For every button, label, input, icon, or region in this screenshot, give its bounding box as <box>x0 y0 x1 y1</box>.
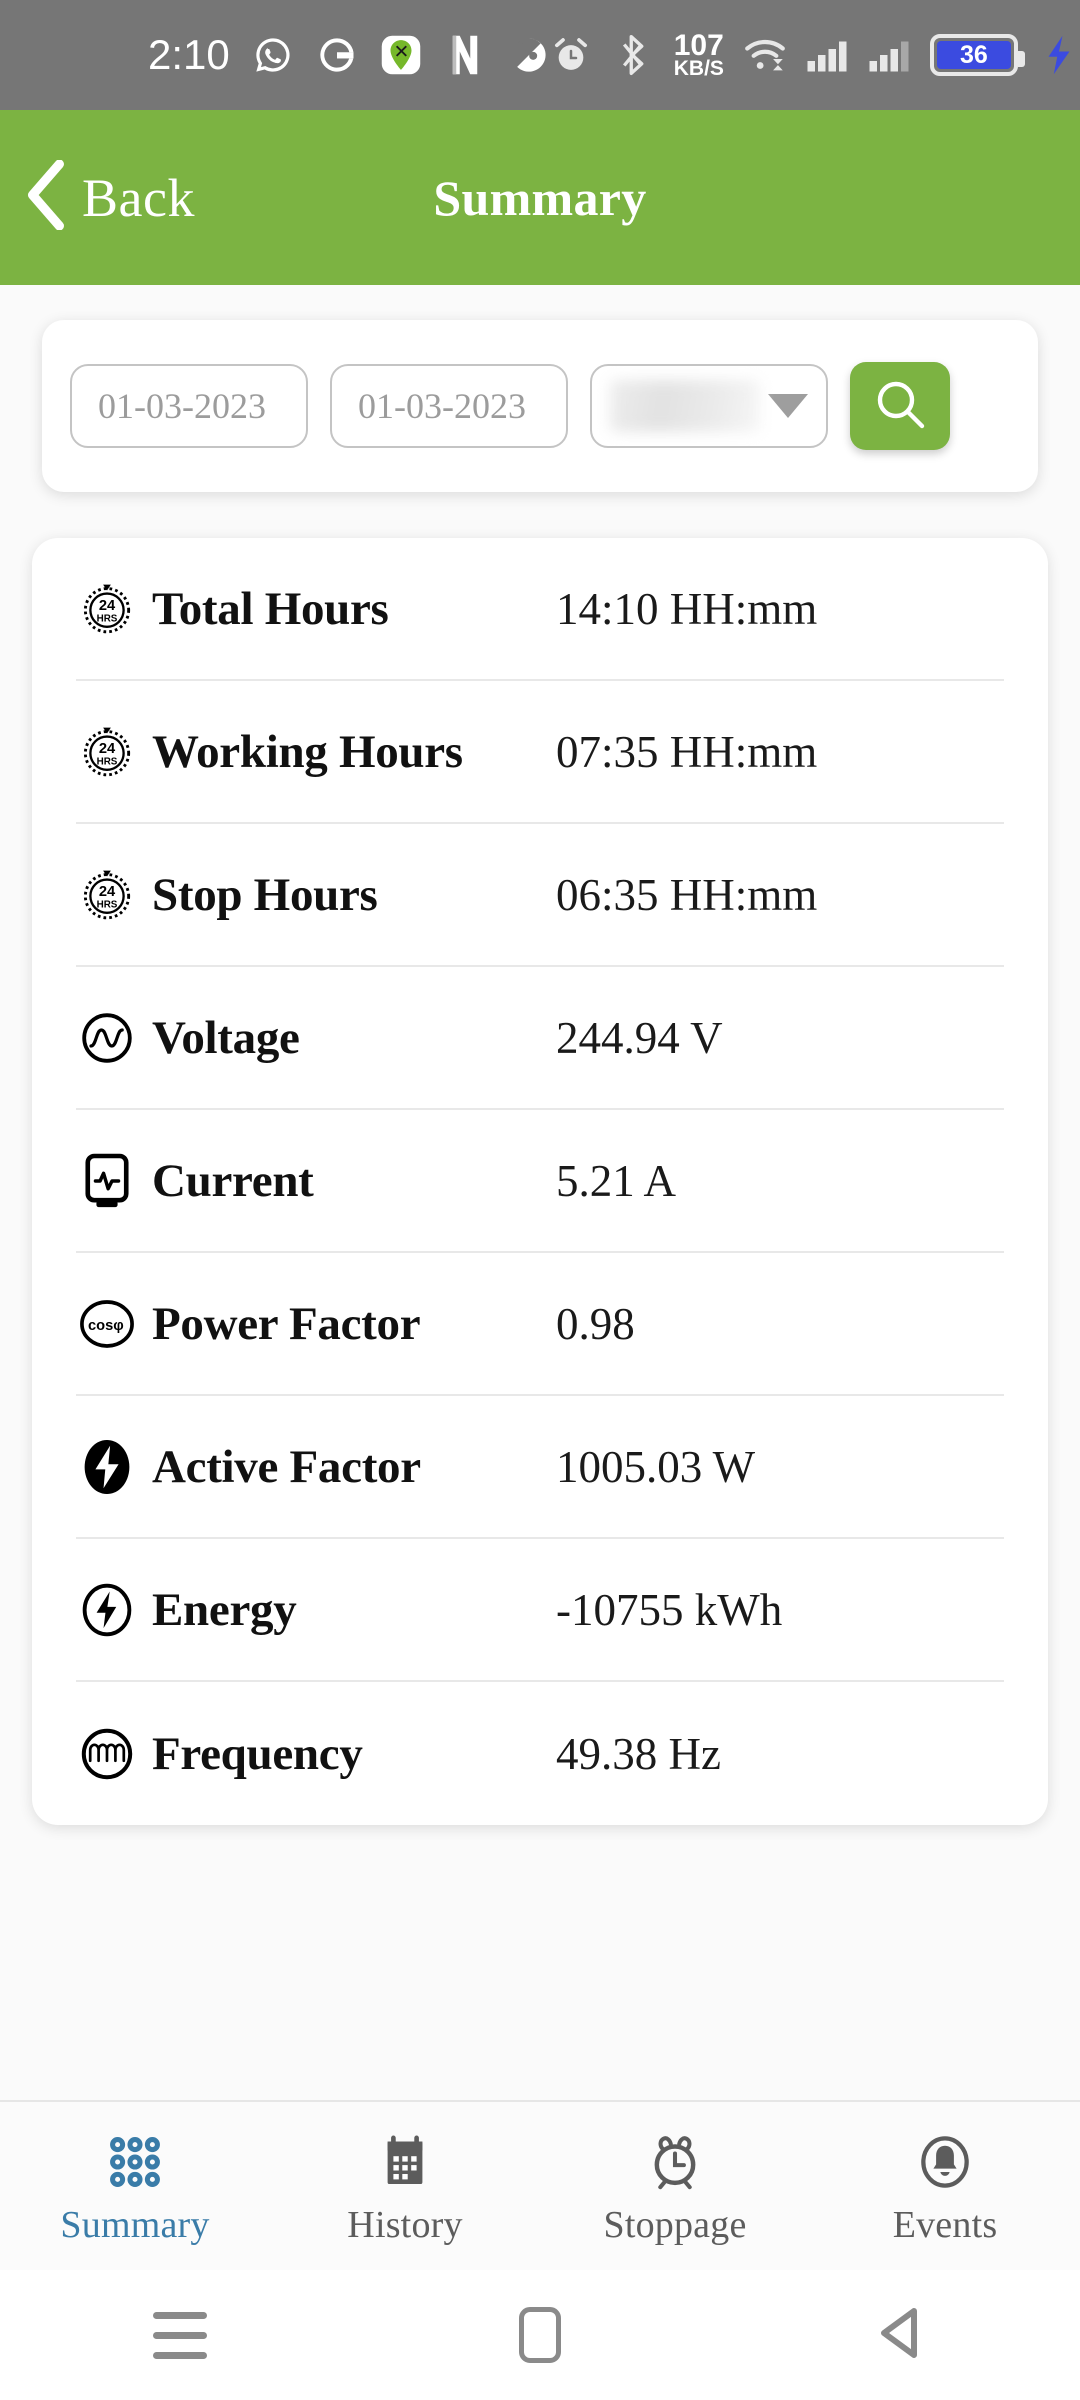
calendar-icon <box>376 2125 434 2191</box>
nav-item-events[interactable]: Events <box>810 2125 1080 2247</box>
bell-circle-icon <box>916 2125 974 2191</box>
back-triangle-icon <box>874 2305 926 2366</box>
row-value: 0.98 <box>556 1298 635 1349</box>
nav-item-summary[interactable]: Summary <box>0 2125 270 2247</box>
table-row: Active Factor 1005.03 W <box>76 1396 1004 1539</box>
charging-bolt-icon <box>1038 34 1080 76</box>
status-time: 2:10 <box>148 31 230 78</box>
nav-item-stoppage[interactable]: Stoppage <box>540 2125 810 2247</box>
google-icon <box>316 34 358 76</box>
to-date-field[interactable]: 01-03-2023 <box>330 364 568 448</box>
nav-label: Events <box>892 2204 998 2246</box>
row-label: Working Hours <box>152 725 463 778</box>
summary-card: 24 HRS Total Hours 14:10 HH:mm 24 HRS Wo… <box>32 538 1048 1825</box>
svg-text:24: 24 <box>99 597 116 613</box>
device-select[interactable] <box>590 364 828 448</box>
search-button[interactable] <box>850 362 950 450</box>
device-select-value-redacted <box>610 380 760 432</box>
wifi-icon <box>744 34 786 76</box>
24hrs-clock-icon: 24 HRS <box>76 578 138 640</box>
table-row: 24 HRS Total Hours 14:10 HH:mm <box>76 538 1004 681</box>
svg-text:HRS: HRS <box>97 613 118 624</box>
nav-label: History <box>347 2204 463 2246</box>
svg-text:HRS: HRS <box>97 756 118 767</box>
table-row: Voltage 244.94 V <box>76 967 1004 1110</box>
row-value: 06:35 HH:mm <box>556 869 818 920</box>
frequency-wave-icon <box>76 1723 138 1785</box>
row-value: 49.38 Hz <box>556 1728 721 1779</box>
whatsapp-icon <box>252 34 294 76</box>
24hrs-clock-icon: 24 HRS <box>76 864 138 926</box>
back-button[interactable]: Back <box>26 159 195 235</box>
green-pin-app-icon <box>380 34 422 76</box>
android-home-button[interactable] <box>360 2307 720 2363</box>
home-icon <box>519 2307 561 2363</box>
filled-bolt-icon <box>76 1436 138 1498</box>
back-label: Back <box>82 167 195 228</box>
network-speed-value: 107 <box>673 28 724 62</box>
nav-item-history[interactable]: History <box>270 2125 540 2247</box>
alarm-clock-icon <box>646 2125 704 2191</box>
row-label: Power Factor <box>152 1297 421 1350</box>
to-date-value: 01-03-2023 <box>358 386 526 426</box>
svg-text:cosφ: cosφ <box>88 1318 124 1334</box>
filter-card: 01-03-2023 01-03-2023 <box>42 320 1038 492</box>
row-label: Current <box>152 1154 314 1207</box>
current-meter-icon <box>76 1150 138 1212</box>
android-navigation-bar <box>0 2270 1080 2400</box>
signal-1-icon <box>806 34 848 76</box>
row-label: Voltage <box>152 1011 300 1064</box>
bottom-navigation: Summary History Stoppage Events <box>0 2100 1080 2270</box>
svg-text:HRS: HRS <box>97 899 118 910</box>
bolt-circle-icon <box>76 1579 138 1641</box>
table-row: Current 5.21 A <box>76 1110 1004 1253</box>
recents-icon <box>153 2311 207 2359</box>
battery-fill: 36 <box>936 40 1011 69</box>
chevron-left-icon <box>26 159 68 235</box>
netflix-icon <box>444 34 486 76</box>
status-bar: 2:10 107 KB/S 36 <box>0 0 1080 110</box>
24hrs-clock-icon: 24 HRS <box>76 721 138 783</box>
cos-phi-icon: cosφ <box>76 1293 138 1355</box>
row-label: Total Hours <box>152 582 389 635</box>
nav-label: Stoppage <box>603 2204 747 2246</box>
row-value: 14:10 HH:mm <box>556 583 818 634</box>
network-speed-unit: KB/S <box>673 57 724 81</box>
android-back-button[interactable] <box>720 2305 1080 2366</box>
android-recents-button[interactable] <box>0 2311 360 2359</box>
signal-2-icon <box>868 34 910 76</box>
grid-dots-icon <box>106 2125 164 2191</box>
status-bar-left: 2:10 <box>148 34 550 76</box>
row-value: 07:35 HH:mm <box>556 726 818 777</box>
table-row: 24 HRS Stop Hours 06:35 HH:mm <box>76 824 1004 967</box>
network-speed: 107 KB/S <box>673 28 724 81</box>
bluetooth-icon <box>612 34 654 76</box>
search-icon <box>872 376 928 437</box>
sine-wave-circle-icon <box>76 1007 138 1069</box>
alarm-icon <box>550 34 592 76</box>
media-disc-icon <box>508 34 550 76</box>
row-value: 244.94 V <box>556 1012 723 1063</box>
table-row: Energy -10755 kWh <box>76 1539 1004 1682</box>
table-row: cosφ Power Factor 0.98 <box>76 1253 1004 1396</box>
status-bar-right: 107 KB/S 36 <box>550 28 1080 81</box>
battery-icon: 36 <box>929 34 1025 76</box>
battery-percent: 36 <box>960 40 988 69</box>
svg-text:24: 24 <box>99 883 116 899</box>
table-row: 24 HRS Working Hours 07:35 HH:mm <box>76 681 1004 824</box>
from-date-value: 01-03-2023 <box>98 386 266 426</box>
nav-label: Summary <box>60 2204 210 2246</box>
row-label: Frequency <box>152 1727 363 1780</box>
table-row: Frequency 49.38 Hz <box>76 1682 1004 1825</box>
app-bar: Back Summary <box>0 110 1080 285</box>
chevron-down-icon <box>768 394 808 418</box>
row-label: Active Factor <box>152 1440 421 1493</box>
row-value: 1005.03 W <box>556 1441 756 1492</box>
row-value: 5.21 A <box>556 1155 677 1206</box>
row-label: Stop Hours <box>152 868 378 921</box>
from-date-field[interactable]: 01-03-2023 <box>70 364 308 448</box>
svg-text:24: 24 <box>99 740 116 756</box>
row-value: -10755 kWh <box>556 1584 783 1635</box>
row-label: Energy <box>152 1583 297 1636</box>
